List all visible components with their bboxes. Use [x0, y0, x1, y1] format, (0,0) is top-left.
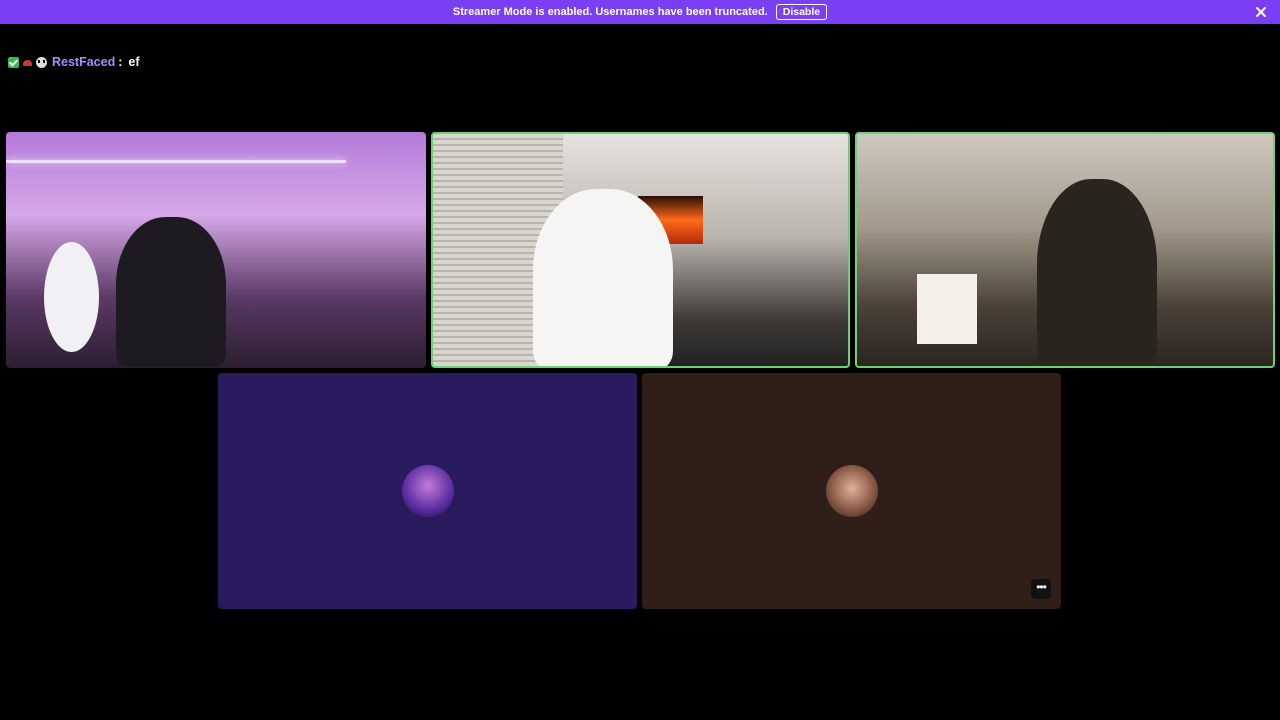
participant-avatar	[401, 465, 454, 517]
chat-message: RestFaced: ef	[8, 55, 140, 69]
participant-avatar	[825, 465, 878, 517]
participant-video-2	[533, 189, 673, 366]
streamer-mode-message: Streamer Mode is enabled. Usernames have…	[452, 6, 768, 18]
led-strip	[6, 160, 346, 163]
snowman-decoration	[44, 242, 99, 352]
disable-streamer-mode-button[interactable]: Disable	[775, 4, 828, 20]
paper-bag	[917, 274, 977, 344]
more-options-icon[interactable]: •••	[1031, 579, 1051, 599]
camera-off-tile-2[interactable]: •••	[642, 373, 1061, 609]
video-tile-3[interactable]	[855, 132, 1275, 368]
chat-separator: :	[118, 55, 123, 69]
streamer-mode-banner: Streamer Mode is enabled. Usernames have…	[0, 0, 1280, 24]
participant-video-3	[1037, 179, 1157, 366]
chat-message-text: ef	[128, 55, 140, 69]
participant-video-1	[116, 217, 226, 367]
video-tile-2[interactable]	[431, 132, 850, 368]
camera-off-tile-1[interactable]	[218, 373, 637, 609]
verified-check-icon	[8, 56, 19, 68]
chat-username[interactable]: RestFaced	[52, 55, 115, 69]
hat-icon	[22, 57, 33, 68]
video-tile-1[interactable]	[6, 132, 426, 368]
skull-icon	[36, 56, 47, 68]
close-icon[interactable]	[1254, 5, 1268, 19]
